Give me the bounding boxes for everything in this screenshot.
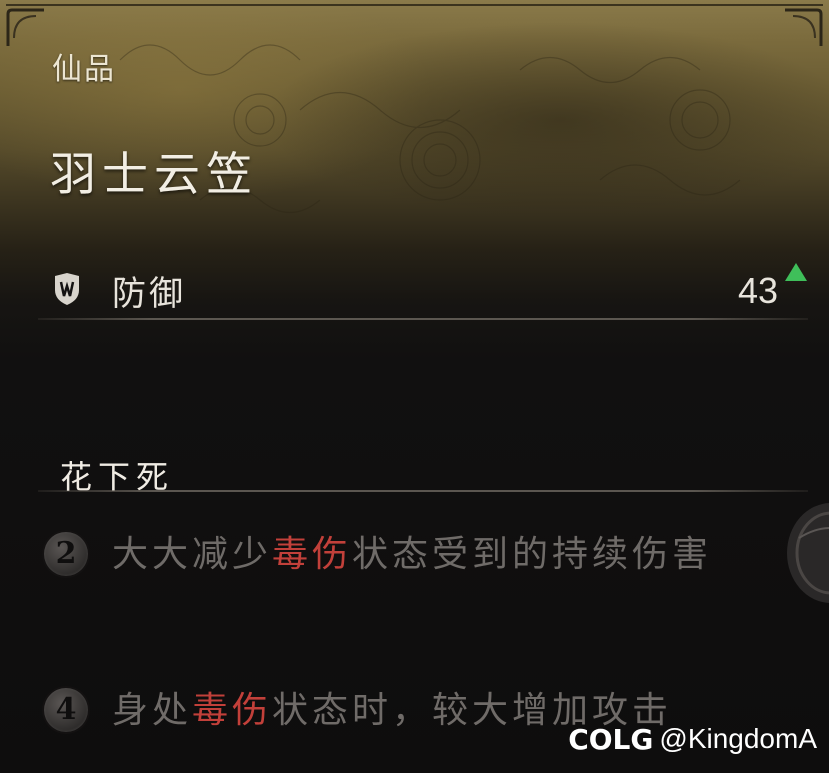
status-highlight: 毒伤: [272, 534, 353, 575]
piece-count-badge: 2: [44, 532, 88, 576]
set-bonus-text: 大大减少毒伤状态受到的持续伤害: [112, 534, 713, 575]
shield-icon: [55, 273, 79, 305]
item-tooltip-panel: 仙品 羽士云笠 防御 43 花下死 2 大大减少毒伤状态受到的持续伤害 4 身处…: [0, 0, 829, 773]
item-rarity: 仙品: [52, 52, 116, 87]
item-name: 羽士云笠: [50, 147, 258, 201]
stat-value: 43: [737, 270, 778, 311]
corner-ornament-icon: [785, 8, 823, 46]
corner-ornament-icon: [6, 8, 44, 46]
watermark-handle: @KingdomA: [659, 723, 817, 754]
divider: [38, 318, 808, 320]
panel-top-border: [6, 4, 823, 6]
piece-count-badge: 4: [44, 688, 88, 732]
stat-label: 防御: [112, 274, 186, 314]
status-highlight: 毒伤: [192, 690, 273, 731]
side-ornament-icon: [787, 503, 829, 603]
divider: [38, 490, 808, 492]
up-arrow-icon: [785, 263, 807, 281]
colg-logo: COLG: [568, 722, 654, 756]
stat-row-defense: 防御 43: [38, 262, 808, 318]
watermark: COLG @KingdomA: [568, 719, 817, 759]
